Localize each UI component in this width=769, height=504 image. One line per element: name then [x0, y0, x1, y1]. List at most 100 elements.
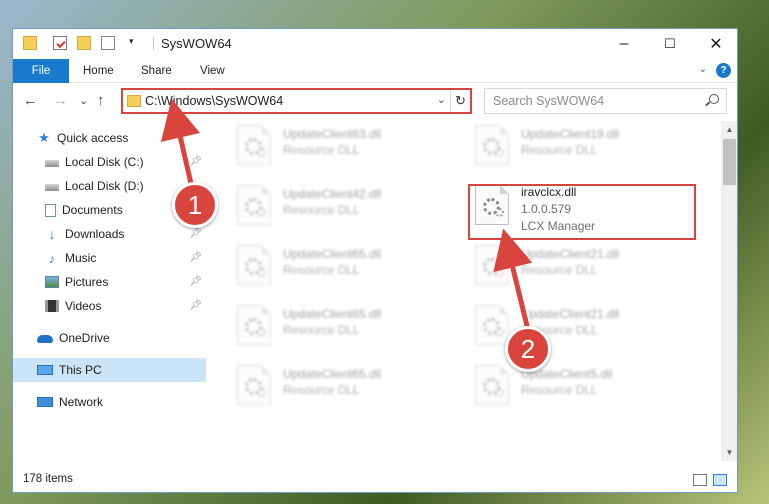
close-button[interactable]: ✕: [693, 29, 737, 59]
videos-icon: [45, 300, 59, 312]
navigation-pane: ★ Quick access Local Disk (C:) 📌︎ Local …: [13, 121, 206, 461]
sidebar-item-onedrive[interactable]: OneDrive: [13, 326, 206, 350]
sidebar-item-this-pc[interactable]: This PC: [13, 358, 206, 382]
search-placeholder: Search SysWOW64: [493, 94, 605, 108]
sidebar-item-label: Network: [59, 395, 104, 409]
title-divider: [153, 37, 154, 50]
file-type: Resource DLL: [283, 143, 360, 157]
sidebar-item-label: Quick access: [57, 131, 129, 145]
details-view-icon[interactable]: [693, 474, 707, 486]
file-item[interactable]: UpdateClient63.dll Resource DLL: [235, 121, 455, 171]
status-bar: 178 items: [13, 466, 737, 492]
sidebar-item-label: OneDrive: [59, 331, 110, 345]
file-highlight-box: [468, 184, 696, 240]
new-folder-icon[interactable]: [77, 36, 91, 50]
dll-file-icon: [237, 305, 271, 345]
sidebar-item-music[interactable]: ♪ Music 📌︎: [13, 246, 206, 270]
scroll-thumb[interactable]: [723, 139, 736, 185]
properties-icon[interactable]: [53, 36, 67, 50]
address-path[interactable]: C:\Windows\SysWOW64: [145, 94, 283, 108]
maximize-button[interactable]: ☐: [647, 29, 693, 59]
file-type: Resource DLL: [283, 323, 360, 337]
dll-file-icon: [475, 125, 509, 165]
dll-file-icon: [237, 365, 271, 405]
onedrive-icon: [37, 335, 53, 343]
sidebar-item-videos[interactable]: Videos 📌︎: [13, 294, 206, 318]
pictures-icon: [45, 276, 59, 288]
scroll-down-icon[interactable]: ▼: [721, 444, 737, 461]
file-name: UpdateClient21.dll: [521, 307, 620, 321]
file-name: UpdateClient42.dll: [283, 187, 382, 201]
sidebar-item-network[interactable]: Network: [13, 390, 206, 414]
dll-file-icon: [475, 305, 509, 345]
file-type: Resource DLL: [521, 143, 598, 157]
callout-2: 2: [505, 326, 551, 372]
customize-icon[interactable]: [101, 36, 115, 50]
sidebar-item-label: Videos: [65, 299, 102, 313]
file-item[interactable]: UpdateClient65.dll Resource DLL: [235, 301, 455, 351]
sidebar-item-quick-access[interactable]: ★ Quick access: [13, 126, 206, 150]
sidebar-item-local-disk-c[interactable]: Local Disk (C:) 📌︎: [13, 150, 206, 174]
sidebar-item-label: Downloads: [65, 227, 125, 241]
help-icon[interactable]: ?: [716, 63, 731, 78]
window-title: SysWOW64: [161, 36, 232, 51]
pin-icon[interactable]: 📌︎: [189, 276, 202, 287]
file-type: Resource DLL: [521, 383, 598, 397]
up-button[interactable]: ↑: [97, 92, 105, 109]
dll-file-icon: [475, 365, 509, 405]
forward-button[interactable]: →: [53, 92, 68, 109]
address-bar[interactable]: C:\Windows\SysWOW64 ⌄ ↻: [121, 88, 472, 114]
file-item[interactable]: UpdateClient21.dll Resource DLL: [473, 241, 693, 291]
tab-home[interactable]: Home: [83, 59, 114, 83]
ribbon: File Home Share View ⌄ ?: [13, 59, 737, 83]
minimize-button[interactable]: –: [601, 29, 647, 59]
file-name: UpdateClient65.dll: [283, 247, 382, 261]
search-icon[interactable]: [709, 94, 719, 104]
sidebar-item-label: Local Disk (D:): [65, 179, 144, 193]
explorer-window: ▾ SysWOW64 – ☐ ✕ File Home Share View ⌄ …: [12, 28, 738, 493]
file-item[interactable]: UpdateClient19.dll Resource DLL: [473, 121, 693, 171]
vertical-scrollbar[interactable]: ▲ ▼: [721, 121, 737, 461]
network-icon: [37, 397, 53, 407]
music-icon: ♪: [48, 250, 56, 266]
recent-locations-button[interactable]: ⌄: [79, 94, 88, 107]
file-item[interactable]: UpdateClient42.dll Resource DLL: [235, 181, 455, 231]
sidebar-item-pictures[interactable]: Pictures 📌︎: [13, 270, 206, 294]
pin-icon[interactable]: 📌︎: [189, 252, 202, 263]
folder-icon: [23, 36, 37, 50]
ribbon-expand-icon[interactable]: ⌄: [699, 64, 707, 75]
quick-access-dropdown-icon[interactable]: ▾: [129, 36, 134, 47]
file-name: UpdateClient65.dll: [283, 367, 382, 381]
sidebar-item-label: Pictures: [65, 275, 109, 289]
file-item[interactable]: UpdateClient5.dll Resource DLL: [473, 361, 693, 411]
scroll-up-icon[interactable]: ▲: [721, 121, 737, 138]
dll-file-icon: [475, 245, 509, 285]
title-bar: ▾ SysWOW64 – ☐ ✕: [13, 29, 737, 59]
tab-share[interactable]: Share: [141, 59, 172, 83]
file-name: UpdateClient63.dll: [283, 127, 382, 141]
search-input[interactable]: Search SysWOW64: [484, 88, 727, 114]
sidebar-item-label: This PC: [59, 363, 102, 377]
file-item[interactable]: UpdateClient65.dll Resource DLL: [235, 361, 455, 411]
file-type: Resource DLL: [283, 383, 360, 397]
file-name: UpdateClient19.dll: [521, 127, 620, 141]
download-icon: ↓: [48, 226, 56, 242]
tab-file[interactable]: File: [13, 59, 69, 83]
file-type: Resource DLL: [283, 203, 360, 217]
file-item[interactable]: UpdateClient65.dll Resource DLL: [235, 241, 455, 291]
address-dropdown-icon[interactable]: ⌄: [437, 93, 446, 106]
refresh-button[interactable]: ↻: [450, 90, 470, 112]
back-button[interactable]: ←: [23, 92, 38, 109]
item-count: 178 items: [23, 473, 73, 485]
disk-icon: [45, 160, 59, 167]
tab-view[interactable]: View: [200, 59, 225, 83]
pin-icon[interactable]: 📌︎: [189, 156, 202, 167]
tiles-view-icon[interactable]: [713, 474, 727, 486]
pin-icon[interactable]: 📌︎: [189, 300, 202, 311]
sidebar-item-downloads[interactable]: ↓ Downloads 📌︎: [13, 222, 206, 246]
navigation-bar: ← → ⌄ ↑ C:\Windows\SysWOW64 ⌄ ↻ Search S…: [13, 83, 737, 119]
file-name: UpdateClient21.dll: [521, 247, 620, 261]
dll-file-icon: [237, 125, 271, 165]
dll-file-icon: [237, 185, 271, 225]
pin-icon[interactable]: 📌︎: [189, 228, 202, 239]
